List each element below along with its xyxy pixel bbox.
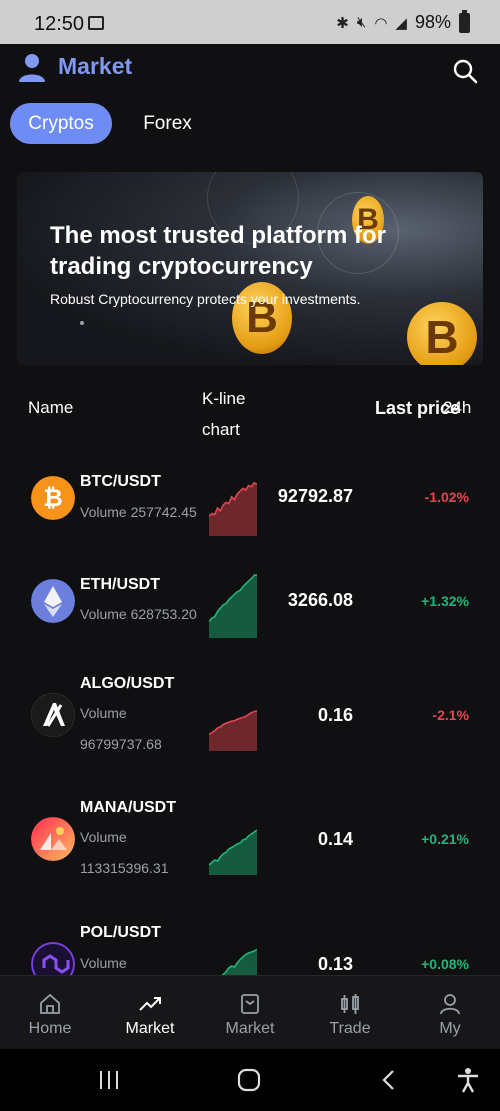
avatar-icon[interactable] <box>18 53 46 83</box>
back-icon[interactable] <box>380 1068 398 1092</box>
pair-name: BTC/USDT <box>80 473 161 490</box>
system-nav-bar <box>0 1049 500 1111</box>
nav-label: Market <box>225 1020 275 1037</box>
pair-name: POL/USDT <box>80 924 161 941</box>
change-24h: +0.08% <box>421 956 469 972</box>
banner-subline: Robust Cryptocurrency protects your inve… <box>50 291 361 307</box>
search-icon[interactable] <box>452 58 478 84</box>
status-time: 12:50 <box>34 13 85 35</box>
last-price: 92792.87 <box>277 486 353 506</box>
battery-icon <box>459 9 470 33</box>
volume-text: Volume <box>80 955 127 971</box>
gallery-icon <box>88 16 104 30</box>
polygon-icon <box>31 942 75 975</box>
nav-market-2[interactable]: Market <box>200 976 300 1050</box>
column-last-price: Last price <box>374 398 460 418</box>
bottom-nav: Home Market Market Trade My <box>0 975 500 1050</box>
wifi-icon: ◠ <box>374 14 388 32</box>
change-24h: -1.02% <box>424 489 469 505</box>
column-name: Name <box>28 398 74 417</box>
page-title: Market <box>58 53 133 79</box>
last-price: 0.13 <box>317 954 353 974</box>
last-price: 3266.08 <box>287 590 353 610</box>
volume-text: Volume 628753.20 <box>80 606 197 622</box>
pair-name: ALGO/USDT <box>80 675 175 692</box>
volume-text-label: Volume 96799737.68 <box>80 705 162 752</box>
table-row[interactable]: ALGO/USDT Volume 96799737.68 0.16 -2.1% <box>0 673 500 783</box>
change-24h: +0.21% <box>421 831 469 847</box>
home-icon <box>40 993 60 1014</box>
change-24h: +1.32% <box>421 593 469 609</box>
volume-text: Volume 113315396.31 <box>80 822 210 884</box>
bitcoin-coin-image: B <box>407 302 477 365</box>
table-row[interactable]: POL/USDT Volume 0.13 +0.08% <box>0 922 500 975</box>
tab-forex[interactable]: Forex <box>130 103 205 144</box>
status-right: ✱ 🔇︎ ◠ ◢ 98% <box>336 9 470 33</box>
ethereum-icon <box>31 579 75 623</box>
volume-text-label: Volume 113315396.31 <box>80 829 169 876</box>
table-row[interactable]: ETH/USDT Volume 628753.20 3266.08 +1.32% <box>0 570 500 680</box>
nav-my[interactable]: My <box>400 976 500 1050</box>
nav-label: Market <box>125 1020 175 1037</box>
nav-trade[interactable]: Trade <box>300 976 400 1050</box>
change-24h: -2.1% <box>432 707 469 723</box>
home-button-icon[interactable] <box>237 1068 261 1092</box>
algorand-icon <box>31 693 75 737</box>
last-price: 0.16 <box>317 705 353 725</box>
volume-text: Volume 96799737.68 <box>80 698 210 760</box>
app-header: Market <box>0 44 500 94</box>
candles-icon <box>341 994 359 1014</box>
accessibility-icon[interactable] <box>456 1067 480 1093</box>
banner-headline: The most trusted platform for trading cr… <box>50 222 387 280</box>
svg-text:₿: ₿ <box>43 485 63 512</box>
nav-label: Home <box>28 1020 72 1037</box>
volume-text: Volume 257742.45 <box>80 504 197 520</box>
nav-label: Trade <box>329 1020 371 1037</box>
recent-apps-icon[interactable] <box>98 1069 120 1091</box>
column-24h: 24h <box>443 398 472 417</box>
tab-cryptos[interactable]: Cryptos <box>10 103 112 144</box>
status-bar: 12:50 ✱ 🔇︎ ◠ ◢ 98% <box>0 0 500 44</box>
market-box-icon <box>241 994 259 1014</box>
column-kline: K-line chart <box>202 389 246 439</box>
nav-home[interactable]: Home <box>0 976 100 1050</box>
user-icon <box>440 994 460 1015</box>
bitcoin-icon: ₿ <box>31 476 75 520</box>
decentraland-icon <box>31 817 75 861</box>
pair-name: MANA/USDT <box>80 799 176 816</box>
pair-name: ETH/USDT <box>80 576 160 593</box>
table-row[interactable]: ₿ BTC/USDT Volume 257742.45 92792.87 -1.… <box>0 465 500 575</box>
market-list[interactable]: ₿ BTC/USDT Volume 257742.45 92792.87 -1.… <box>0 440 500 975</box>
trending-icon <box>139 997 161 1011</box>
last-price: 0.14 <box>317 829 353 849</box>
promo-banner[interactable]: B B B The most trusted platform for trad… <box>17 172 483 365</box>
banner-pagination <box>80 321 84 325</box>
signal-icon: ◢ <box>395 14 407 32</box>
table-row[interactable]: MANA/USDT Volume 113315396.31 0.14 +0.21… <box>0 797 500 907</box>
battery-percent: 98% <box>414 12 451 32</box>
bluetooth-icon: ✱ <box>336 14 349 32</box>
mute-icon: 🔇︎ <box>356 14 367 31</box>
nav-label: My <box>439 1020 461 1037</box>
nav-market[interactable]: Market <box>100 976 200 1050</box>
